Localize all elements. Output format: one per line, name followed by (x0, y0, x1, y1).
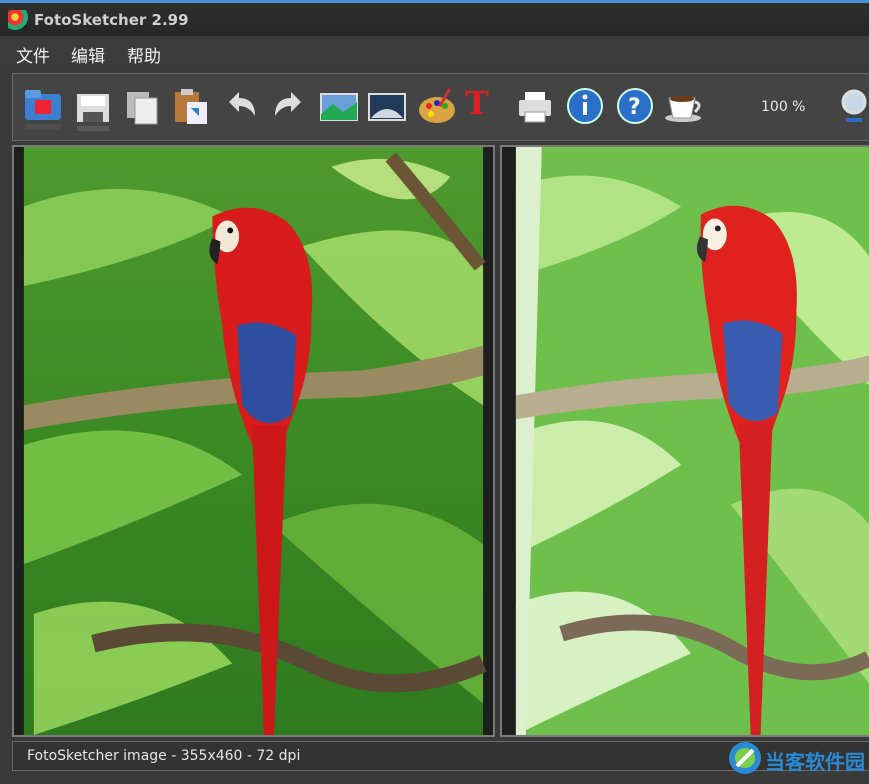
site-watermark: 当客软件园 (727, 738, 867, 778)
zoom-icon[interactable] (831, 84, 867, 134)
palette-icon[interactable] (415, 84, 459, 134)
watercolor-parrot-image (515, 147, 869, 735)
zoom-level: 100 % (761, 99, 806, 115)
svg-text:T: T (483, 105, 501, 134)
original-parrot-image (23, 147, 487, 735)
help-icon[interactable]: ? (613, 84, 657, 134)
undo-icon[interactable] (219, 84, 263, 134)
paste-icon[interactable] (169, 84, 213, 134)
landscape-image-icon[interactable] (365, 84, 409, 134)
print-icon[interactable] (513, 84, 557, 134)
menu-file[interactable]: 文件 (16, 42, 50, 67)
image-crop-icon[interactable] (317, 84, 361, 134)
copy-icon[interactable] (121, 84, 165, 134)
coffee-cup-icon[interactable] (661, 84, 705, 134)
window-title: FotoSketcher 2.99 (34, 11, 189, 29)
menu-edit[interactable]: 编辑 (71, 42, 105, 67)
menu-bar: 文件 编辑 帮助 (0, 36, 869, 70)
status-text: FotoSketcher image - 355x460 - 72 dpi (27, 748, 301, 764)
redo-icon[interactable] (267, 84, 311, 134)
info-icon[interactable] (563, 84, 607, 134)
text-tool-icon[interactable]: TT (463, 84, 507, 134)
svg-text:?: ? (628, 95, 641, 120)
save-icon[interactable] (71, 84, 115, 134)
watermark-logo-icon (729, 742, 761, 774)
original-image-panel[interactable] (12, 145, 495, 737)
open-folder-icon[interactable] (21, 84, 65, 134)
app-logo-icon (8, 10, 28, 30)
title-bar: FotoSketcher 2.99 (0, 0, 869, 36)
sketch-preview-panel[interactable] (500, 145, 869, 737)
watermark-text: 当客软件园 (765, 750, 865, 774)
menu-help[interactable]: 帮助 (127, 42, 161, 67)
toolbar: TT ? 100 % (12, 73, 869, 141)
